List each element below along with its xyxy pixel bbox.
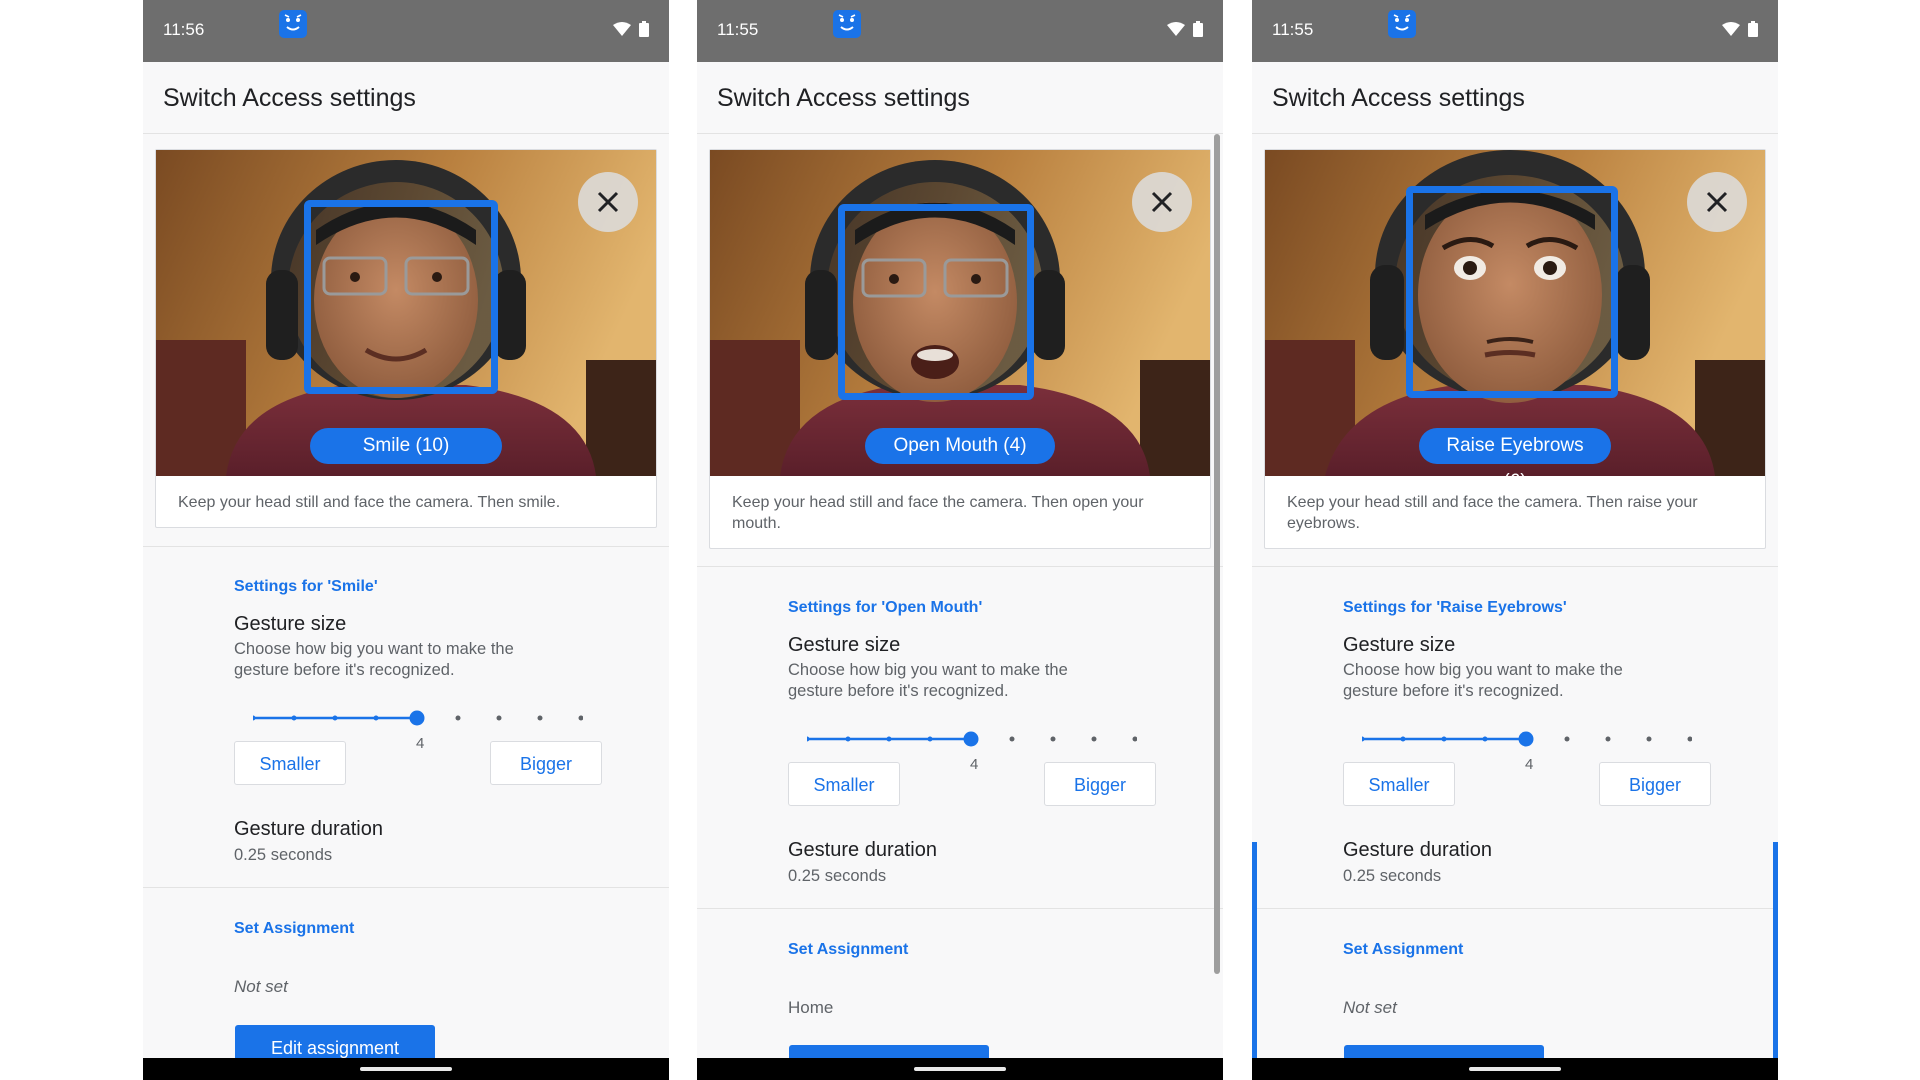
close-button[interactable]: [1687, 172, 1747, 232]
close-button[interactable]: [578, 172, 638, 232]
face-icon: [279, 10, 307, 38]
gesture-duration-title[interactable]: Gesture duration: [788, 839, 937, 862]
page-title: Switch Access settings: [717, 84, 970, 112]
gesture-chip: Smile (10): [310, 428, 502, 464]
gesture-chip: Open Mouth (4): [865, 428, 1055, 464]
navigation-bar: [143, 1058, 669, 1080]
gesture-size-slider[interactable]: [807, 729, 1137, 749]
slider-value: 4: [1525, 756, 1534, 773]
status-bar: 11:56: [143, 0, 669, 62]
camera-preview: Open Mouth (4): [710, 150, 1210, 476]
bigger-button[interactable]: Bigger: [1044, 762, 1156, 806]
divider: [697, 566, 1223, 567]
divider: [1252, 133, 1778, 134]
face-icon: [833, 10, 861, 38]
divider: [1252, 566, 1778, 567]
divider: [143, 887, 669, 888]
instruction-text: Keep your head still and face the camera…: [732, 494, 1144, 532]
slider-value: 4: [416, 735, 425, 752]
smaller-button[interactable]: Smaller: [1343, 762, 1455, 806]
settings-section-header: Settings for 'Open Mouth': [788, 599, 983, 616]
assignment-value: Home: [788, 998, 834, 1017]
phone-panel-raise-eyebrows: 11:55 Switch Access settings Raise Eyebr…: [1252, 0, 1778, 1080]
page-title: Switch Access settings: [1272, 84, 1525, 112]
gesture-duration-value: 0.25 seconds: [1343, 867, 1442, 885]
home-handle[interactable]: [1469, 1067, 1561, 1071]
battery-icon: [1193, 21, 1203, 37]
status-time: 11:55: [717, 20, 759, 39]
camera-preview: Smile (10): [156, 150, 656, 476]
wifi-icon: [1722, 22, 1740, 36]
gesture-duration-value: 0.25 seconds: [788, 867, 887, 885]
page-title: Switch Access settings: [163, 84, 416, 112]
divider: [697, 133, 1223, 134]
instruction-text: Keep your head still and face the camera…: [178, 494, 561, 511]
settings-section-header: Settings for 'Raise Eyebrows': [1343, 599, 1567, 616]
status-time: 11:56: [163, 20, 205, 39]
gesture-size-title: Gesture size: [1343, 634, 1456, 656]
gesture-size-title: Gesture size: [788, 634, 901, 656]
camera-preview-card: Smile (10) Keep your head still and face…: [155, 149, 657, 528]
gesture-duration-value: 0.25 seconds: [234, 846, 333, 864]
camera-preview-card: Open Mouth (4) Keep your head still and …: [709, 149, 1211, 549]
gesture-size-summary: Choose how big you want to make the gest…: [1343, 661, 1623, 700]
slider-value: 4: [970, 756, 979, 773]
assignment-value: Not set: [234, 977, 288, 996]
wifi-icon: [1167, 22, 1185, 36]
phone-panel-smile: 11:56 Switch Access settings Smile (10) …: [143, 0, 669, 1080]
face-detection-box: [838, 204, 1034, 400]
bigger-button[interactable]: Bigger: [490, 741, 602, 785]
face-detection-box: [1406, 186, 1618, 398]
face-icon: [1388, 10, 1416, 38]
close-button[interactable]: [1132, 172, 1192, 232]
set-assignment-header: Set Assignment: [1343, 941, 1464, 958]
smaller-button[interactable]: Smaller: [788, 762, 900, 806]
divider: [143, 133, 669, 134]
gesture-size-summary: Choose how big you want to make the gest…: [234, 640, 514, 679]
smaller-button[interactable]: Smaller: [234, 741, 346, 785]
edge-highlight: [1252, 842, 1257, 1058]
settings-section-header: Settings for 'Smile': [234, 578, 378, 595]
assignment-value: Not set: [1343, 998, 1397, 1017]
gesture-size-slider[interactable]: [1362, 729, 1692, 749]
gesture-duration-title[interactable]: Gesture duration: [234, 818, 383, 841]
divider: [697, 908, 1223, 909]
home-handle[interactable]: [360, 1067, 452, 1071]
battery-icon: [1748, 21, 1758, 37]
gesture-size-title: Gesture size: [234, 613, 347, 635]
navigation-bar: [1252, 1058, 1778, 1080]
divider: [1252, 908, 1778, 909]
set-assignment-header: Set Assignment: [234, 920, 355, 937]
status-time: 11:55: [1272, 20, 1314, 39]
phone-panel-open-mouth: 11:55 Switch Access settings Open Mouth …: [697, 0, 1223, 1080]
bigger-button[interactable]: Bigger: [1599, 762, 1711, 806]
scrollbar[interactable]: [1214, 134, 1220, 974]
camera-preview-card: Raise Eyebrows (6) Keep your head still …: [1264, 149, 1766, 549]
status-bar: 11:55: [697, 0, 1223, 62]
close-icon: [597, 191, 619, 213]
gesture-chip: Raise Eyebrows (6): [1419, 428, 1611, 476]
gesture-size-slider[interactable]: [253, 708, 583, 728]
close-icon: [1151, 191, 1173, 213]
battery-icon: [639, 21, 649, 37]
edge-highlight: [1773, 842, 1778, 1058]
divider: [143, 546, 669, 547]
instruction-text: Keep your head still and face the camera…: [1287, 494, 1698, 532]
close-icon: [1706, 191, 1728, 213]
set-assignment-header: Set Assignment: [788, 941, 909, 958]
camera-preview: Raise Eyebrows (6): [1265, 150, 1765, 476]
home-handle[interactable]: [914, 1067, 1006, 1071]
status-bar: 11:55: [1252, 0, 1778, 62]
navigation-bar: [697, 1058, 1223, 1080]
gesture-size-summary: Choose how big you want to make the gest…: [788, 661, 1068, 700]
wifi-icon: [613, 22, 631, 36]
gesture-duration-title[interactable]: Gesture duration: [1343, 839, 1492, 862]
face-detection-box: [304, 200, 498, 394]
